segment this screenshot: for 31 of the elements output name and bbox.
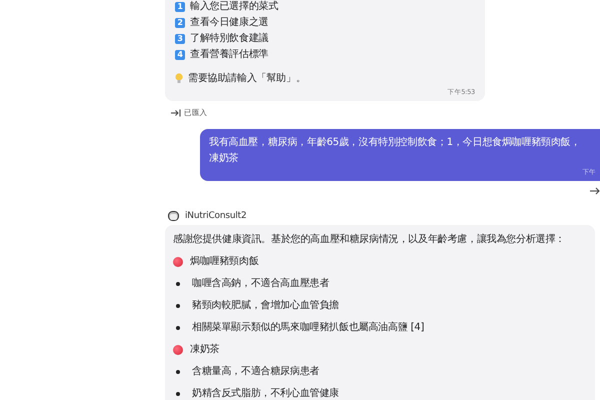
arrow-icon (590, 187, 600, 195)
bullet-icon (176, 370, 180, 374)
message-text: 凍奶茶 (209, 152, 240, 165)
option-text: 查看營養評估標準 (190, 48, 268, 61)
avatar-icon (168, 211, 179, 221)
option-text: 了解特別飲食建議 (190, 32, 268, 45)
option-text: 輸入您已選擇的菜式 (190, 0, 278, 13)
number-key: 2 (175, 18, 185, 28)
number-key: 4 (175, 50, 185, 60)
bullet-icon (176, 392, 180, 396)
dot-icon (173, 344, 183, 354)
bullet-icon (176, 326, 180, 330)
sender-name: iNutriConsult2 (185, 211, 247, 221)
message-text: 感謝您提供健康資訊。基於您的高血壓和糖尿病情況，以及年齡考慮，讓我為您分析選擇： (173, 233, 566, 246)
import-icon (171, 108, 181, 116)
bullet-icon (176, 304, 180, 308)
list-item: 奶精含反式脂肪，不利心血管健康 (192, 387, 340, 400)
help-text: 需要協助請輸入「幫助」。 (188, 72, 306, 85)
bullet-icon (176, 282, 180, 286)
list-item: 豬頸肉較肥膩，會增加心血管負擔 (192, 299, 340, 312)
number-key: 1 (175, 2, 185, 12)
number-key: 3 (175, 34, 185, 44)
dot-icon (173, 256, 183, 266)
option-text: 查看今日健康之選 (190, 16, 268, 29)
list-item: 含糖量高，不適合糖尿病患者 (192, 365, 320, 378)
list-item: 咖喱含高鈉，不適合高血壓患者 (192, 277, 330, 290)
section-title: 焗咖喱豬頸肉飯 (190, 255, 259, 268)
list-item: 相關菜單顯示類似的馬來咖哩豬扒飯也屬高油高鹽 [4] (192, 321, 424, 334)
message-text: 我有高血壓，糖尿病，年齡65歲，沒有特別控制飲食；1，今日想食焗咖喱豬頸肉飯， (209, 136, 582, 149)
lightbulb-icon (175, 73, 183, 84)
section-title: 凍奶茶 (190, 343, 220, 356)
